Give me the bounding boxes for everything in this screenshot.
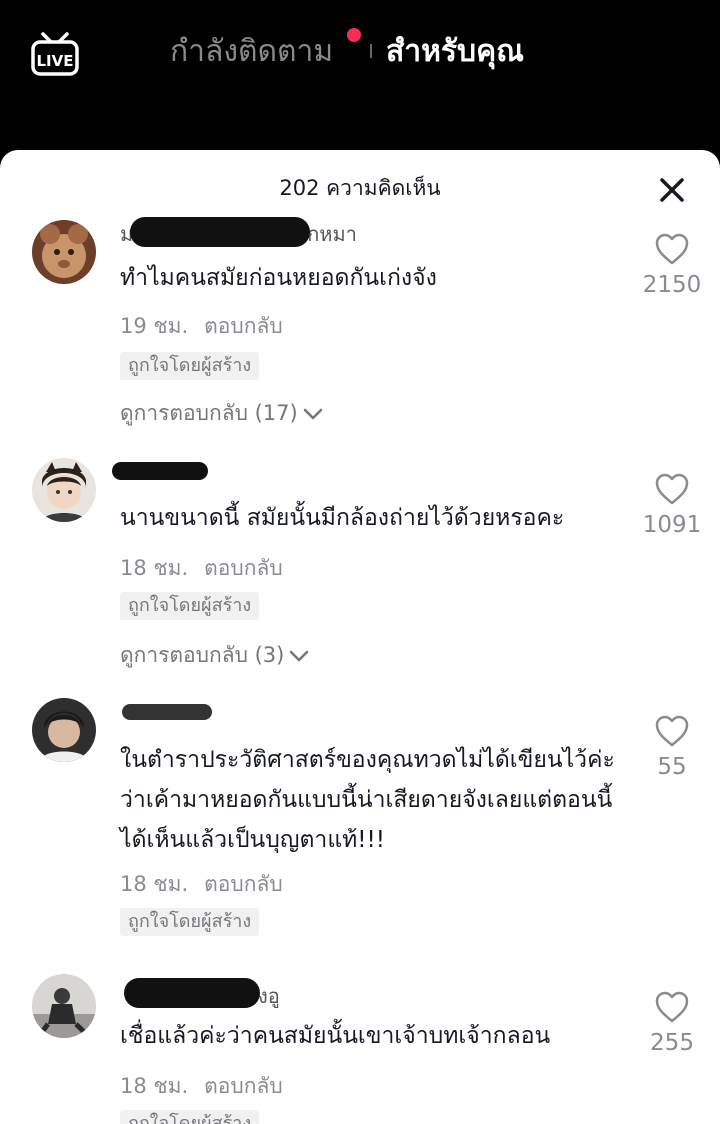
username-redaction [112, 462, 208, 480]
username-redaction [130, 217, 310, 247]
heart-icon [655, 233, 689, 265]
like-button[interactable]: 2150 [632, 232, 712, 300]
comments-sheet: 202 ความคิดเห็น มกหมา ทำไมคนสมัยก่อนหยอด… [0, 150, 720, 1124]
comment-text: เชื่อแล้วค่ะว่าคนสมัยนั้นเขาเจ้าบทเจ้ากล… [120, 1023, 551, 1049]
avatar[interactable] [32, 220, 96, 284]
like-count: 255 [650, 1030, 694, 1056]
notification-dot [347, 28, 361, 42]
like-count: 1091 [642, 512, 702, 538]
like-count: 2150 [642, 272, 702, 298]
liked-by-creator-badge: ถูกใจโดยผู้สร้าง [120, 908, 260, 936]
like-button[interactable]: 1091 [632, 472, 712, 540]
comment-time: 18 ชม. [120, 556, 189, 580]
heart-icon [655, 991, 689, 1023]
view-replies-label: ดูการตอบกลับ (3) [120, 643, 285, 667]
live-tv-icon[interactable]: LIVE [30, 30, 80, 78]
chevron-down-icon [302, 399, 324, 429]
comment-time: 18 ชม. [120, 872, 189, 896]
comment-item: ในตำราประวัติศาสตร์ของคุณทวดไม่ได้เขียนไ… [0, 698, 720, 948]
username-suffix: กหมา [307, 222, 357, 246]
tab-following[interactable]: กำลังติดตาม [170, 30, 333, 74]
like-count: 55 [657, 754, 687, 780]
svg-text:LIVE: LIVE [37, 52, 74, 70]
view-replies-label: ดูการตอบกลับ (17) [120, 401, 298, 425]
comment-meta: 19 ชม. ตอบกลับ [120, 312, 283, 340]
tab-for-you[interactable]: สำหรับคุณ [386, 30, 524, 74]
comment-item: งอู เชื่อแล้วค่ะว่าคนสมัยนั้นเขาเจ้าบทเจ… [0, 974, 720, 1124]
avatar[interactable] [32, 974, 96, 1038]
sheet-header: 202 ความคิดเห็น [0, 150, 720, 226]
comment-text: นานขนาดนี้ สมัยนั้นมีกล้องถ่ายไว้ด้วยหรอ… [120, 505, 565, 531]
comment-meta: 18 ชม. ตอบกลับ [120, 554, 283, 582]
top-bar: LIVE กำลังติดตาม สำหรับคุณ [0, 0, 720, 150]
liked-by-creator-badge: ถูกใจโดยผู้สร้าง [120, 352, 260, 380]
comment-item: มกหมา ทำไมคนสมัยก่อนหยอดกันเก่งจัง 19 ชม… [0, 217, 720, 440]
heart-icon [655, 715, 689, 747]
close-icon[interactable] [652, 170, 692, 210]
liked-by-creator-badge: ถูกใจโดยผู้สร้าง [120, 592, 260, 620]
reply-button[interactable]: ตอบกลับ [204, 556, 283, 580]
reply-button[interactable]: ตอบกลับ [204, 314, 283, 338]
reply-button[interactable]: ตอบกลับ [204, 1074, 283, 1098]
username-suffix: งอู [258, 984, 280, 1008]
view-replies-button[interactable]: ดูการตอบกลับ (17) [120, 398, 324, 429]
comment-time: 19 ชม. [120, 314, 189, 338]
like-button[interactable]: 255 [632, 990, 712, 1058]
username-redaction [122, 704, 212, 720]
comment-text: ในตำราประวัติศาสตร์ของคุณทวดไม่ได้เขียนไ… [120, 747, 615, 853]
avatar[interactable] [32, 698, 96, 762]
comment-count-title: 202 ความคิดเห็น [279, 176, 441, 200]
tab-divider [370, 44, 372, 58]
chevron-down-icon [288, 641, 310, 671]
view-replies-button[interactable]: ดูการตอบกลับ (3) [120, 640, 310, 671]
comment-item: นานขนาดนี้ สมัยนั้นมีกล้องถ่ายไว้ด้วยหรอ… [0, 458, 720, 678]
like-button[interactable]: 55 [632, 714, 712, 782]
comment-text: ทำไมคนสมัยก่อนหยอดกันเก่งจัง [120, 265, 437, 291]
avatar[interactable] [32, 458, 96, 522]
comment-time: 18 ชม. [120, 1074, 189, 1098]
liked-by-creator-badge: ถูกใจโดยผู้สร้าง [120, 1110, 260, 1124]
reply-button[interactable]: ตอบกลับ [204, 872, 283, 896]
comment-meta: 18 ชม. ตอบกลับ [120, 870, 283, 898]
comment-meta: 18 ชม. ตอบกลับ [120, 1072, 283, 1100]
heart-icon [655, 473, 689, 505]
username-redaction [124, 978, 260, 1008]
comment-username[interactable]: งอู [258, 984, 280, 1008]
